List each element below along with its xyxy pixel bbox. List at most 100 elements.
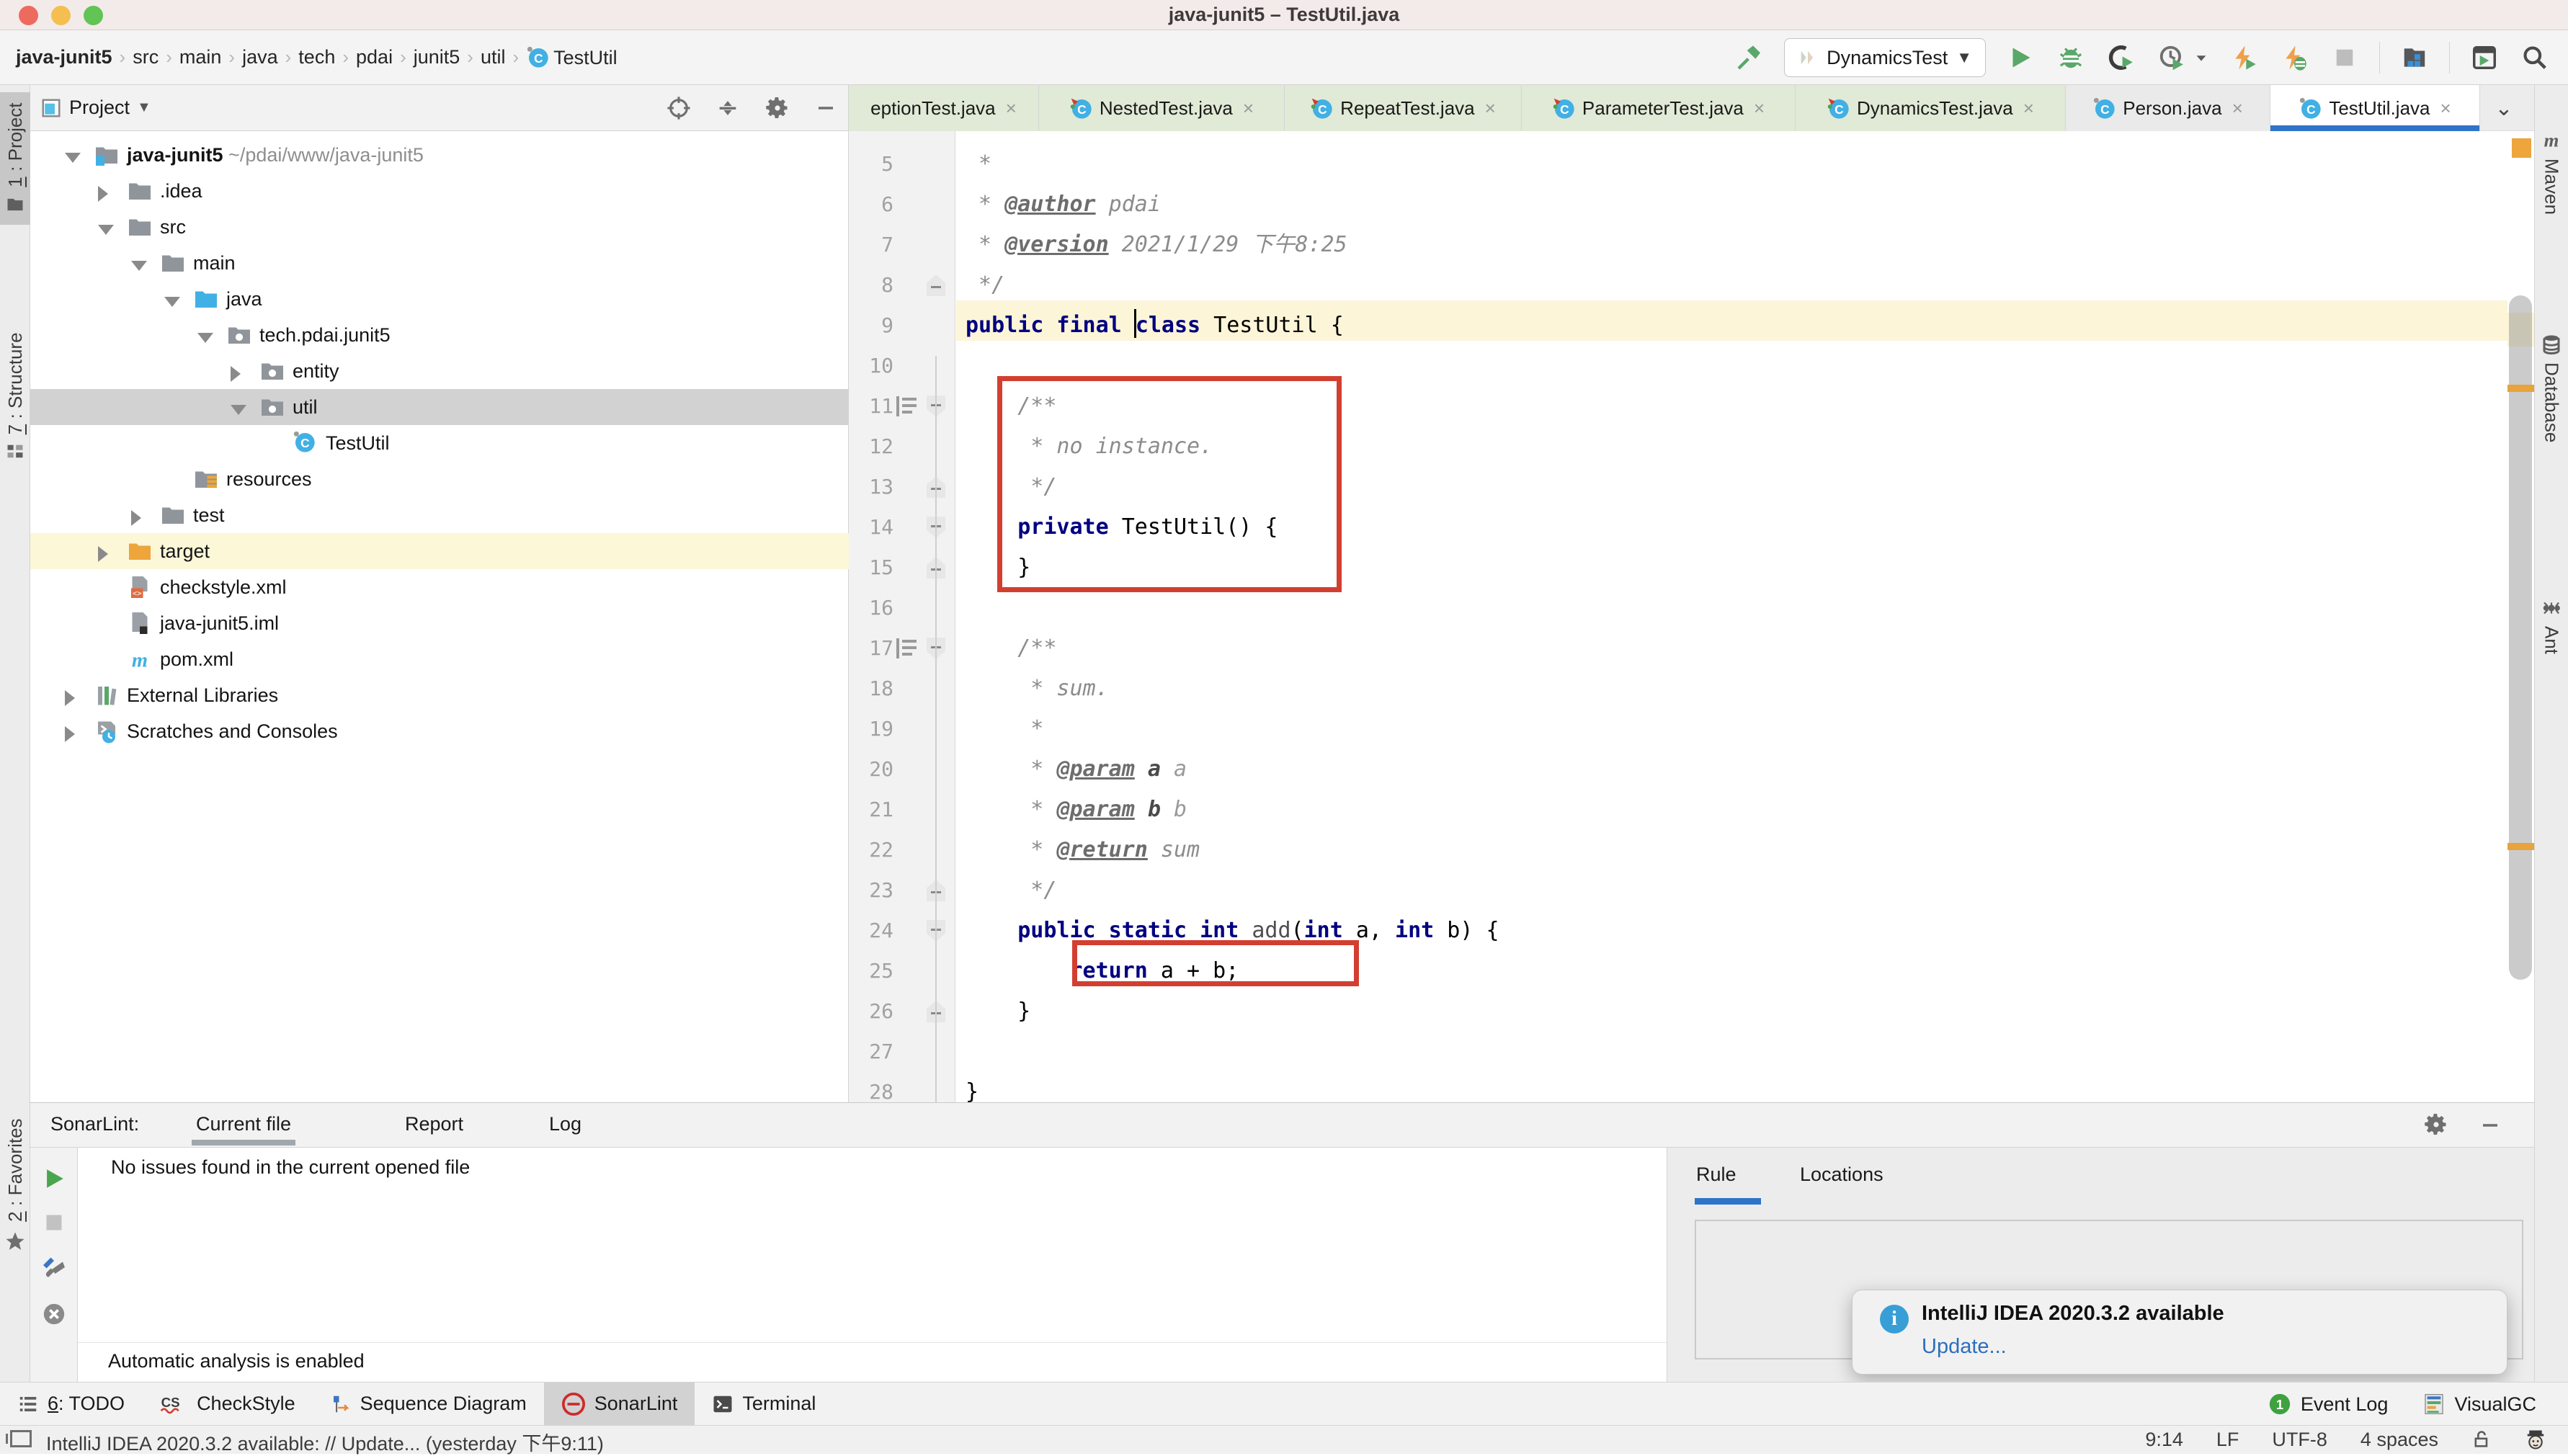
run-configuration-select[interactable]: DynamicsTest ▼	[1784, 38, 1986, 77]
tab-rule[interactable]: Rule	[1696, 1164, 1736, 1186]
code-line-20[interactable]: 20 * @param a a	[849, 749, 2534, 790]
run-icon[interactable]	[2005, 42, 2036, 73]
tree-item-checkstyle-xml[interactable]: <>checkstyle.xml	[30, 569, 849, 605]
line-number[interactable]: 6	[849, 184, 893, 225]
sonarlint-tab-log[interactable]: Log	[549, 1113, 581, 1135]
hide-icon[interactable]	[2479, 1115, 2501, 1136]
expanded-arrow-icon[interactable]	[65, 153, 81, 163]
collapsed-arrow-icon[interactable]	[231, 366, 241, 382]
indent-setting[interactable]: 4 spaces	[2360, 1429, 2438, 1451]
line-number[interactable]: 22	[849, 830, 893, 870]
breadcrumb-item-java[interactable]: java	[238, 46, 282, 68]
tab-nestedtest-java[interactable]: CNestedTest.java×	[1039, 85, 1285, 131]
line-number[interactable]: 27	[849, 1032, 893, 1072]
code-line-21[interactable]: 21 * @param b b	[849, 790, 2534, 830]
line-number[interactable]: 26	[849, 991, 893, 1032]
sonarlint-tab-report[interactable]: Report	[405, 1113, 463, 1135]
status-message[interactable]: IntelliJ IDEA 2020.3.2 available: // Upd…	[46, 1428, 604, 1456]
code-line-9[interactable]: 9public final class TestUtil {	[849, 305, 2534, 346]
tab-eptiontest-java[interactable]: eptionTest.java×	[849, 85, 1039, 131]
project-structure-icon[interactable]	[2399, 42, 2430, 73]
tab-person-java[interactable]: CPerson.java×	[2066, 85, 2270, 131]
line-number[interactable]: 13	[849, 467, 893, 507]
tree-item-java-junit5[interactable]: java-junit5 ~/pdai/www/java-junit5	[30, 137, 849, 173]
collapsed-arrow-icon[interactable]	[98, 186, 108, 202]
line-number[interactable]: 10	[849, 346, 893, 386]
zoom-window-button[interactable]	[84, 6, 103, 25]
tree-item-scratches-and-consoles[interactable]: Scratches and Consoles	[30, 713, 849, 749]
rerun-lightning-icon[interactable]	[2228, 42, 2260, 73]
code-line-18[interactable]: 18 * sum.	[849, 669, 2534, 709]
line-number[interactable]: 17	[849, 628, 893, 669]
code-line-23[interactable]: 23 */	[849, 870, 2534, 911]
line-number[interactable]: 8	[849, 265, 893, 305]
breadcrumb-item-main[interactable]: main	[175, 46, 226, 68]
collapsed-arrow-icon[interactable]	[65, 726, 75, 742]
tab-parametertest-java[interactable]: CParameterTest.java×	[1522, 85, 1796, 131]
expanded-arrow-icon[interactable]	[131, 261, 147, 271]
line-number[interactable]: 5	[849, 144, 893, 184]
toggle-toolwindows-icon[interactable]	[10, 1430, 32, 1447]
breadcrumb-item-testutil[interactable]: CTestUtil	[522, 45, 622, 69]
tool-button-terminal[interactable]: Terminal	[695, 1383, 833, 1426]
code-line-6[interactable]: 6 * @author pdai	[849, 184, 2534, 225]
stripe-item-database[interactable]: Database	[2535, 334, 2568, 442]
javadoc-list-icon[interactable]	[896, 638, 918, 658]
update-notification[interactable]: i IntelliJ IDEA 2020.3.2 available Updat…	[1852, 1290, 2507, 1375]
javadoc-list-icon[interactable]	[896, 396, 918, 416]
update-link[interactable]: Update...	[1922, 1335, 2007, 1359]
close-icon[interactable]: ×	[2232, 97, 2243, 120]
scrollbar-thumb[interactable]	[2509, 295, 2532, 980]
tree-item--idea[interactable]: .idea	[30, 173, 849, 209]
code-line-8[interactable]: 8 */	[849, 265, 2534, 305]
caret-position[interactable]: 9:14	[2145, 1429, 2183, 1451]
tree-item-src[interactable]: src	[30, 209, 849, 245]
profiler-icon[interactable]	[2156, 42, 2188, 73]
code-line-27[interactable]: 27	[849, 1032, 2534, 1072]
code-line-22[interactable]: 22 * @return sum	[849, 830, 2534, 870]
hide-icon[interactable]	[815, 97, 837, 119]
gear-icon[interactable]	[764, 95, 790, 121]
line-number[interactable]: 24	[849, 911, 893, 951]
fold-end-icon[interactable]	[927, 274, 945, 296]
analyze-play-icon[interactable]	[42, 1166, 66, 1191]
inspection-indicator-icon[interactable]	[2512, 138, 2531, 158]
tool-button-visualgc[interactable]: VisualGC	[2405, 1383, 2554, 1426]
line-number[interactable]: 15	[849, 548, 893, 588]
breadcrumb-item-junit5[interactable]: junit5	[409, 46, 465, 68]
line-number[interactable]: 16	[849, 588, 893, 628]
line-separator[interactable]: LF	[2216, 1429, 2239, 1451]
tree-item-target[interactable]: target	[30, 533, 849, 569]
line-number[interactable]: 20	[849, 749, 893, 790]
tree-item-tech-pdai-junit5[interactable]: tech.pdai.junit5	[30, 317, 849, 353]
code-line-5[interactable]: 5 *	[849, 144, 2534, 184]
code-line-17[interactable]: 17 /**	[849, 628, 2534, 669]
tree-item-entity[interactable]: entity	[30, 353, 849, 389]
debug-lightning-icon[interactable]	[2278, 42, 2310, 73]
close-icon[interactable]: ×	[2440, 97, 2451, 120]
configure-tools-icon[interactable]	[41, 1254, 67, 1280]
tab-testutil-java[interactable]: CTestUtil.java×	[2270, 85, 2480, 131]
close-icon[interactable]: ×	[1006, 97, 1017, 120]
minimize-window-button[interactable]	[51, 6, 71, 25]
close-icon[interactable]: ×	[1243, 97, 1254, 120]
coverage-icon[interactable]	[2105, 42, 2137, 73]
tree-item-java-junit5-iml[interactable]: java-junit5.iml	[30, 605, 849, 641]
expanded-arrow-icon[interactable]	[231, 405, 246, 415]
breadcrumb-item-tech[interactable]: tech	[294, 46, 339, 68]
line-number[interactable]: 25	[849, 951, 893, 991]
close-icon[interactable]: ×	[2023, 97, 2034, 120]
gear-icon[interactable]	[2423, 1112, 2449, 1138]
tree-item-util[interactable]: util	[30, 389, 849, 425]
collapsed-arrow-icon[interactable]	[131, 510, 141, 526]
tool-button-event-log[interactable]: 1Event Log	[2250, 1383, 2406, 1426]
collapsed-arrow-icon[interactable]	[65, 690, 75, 706]
breadcrumb-item-src[interactable]: src	[128, 46, 163, 68]
close-icon[interactable]: ×	[1754, 97, 1765, 120]
stripe-item-structure[interactable]: 7: Structure	[0, 322, 30, 472]
profiler-dropdown-icon[interactable]	[2193, 50, 2209, 66]
line-number[interactable]: 7	[849, 225, 893, 265]
locate-icon[interactable]	[666, 96, 691, 120]
clear-close-icon[interactable]	[42, 1302, 66, 1326]
tool-button-todo[interactable]: 6: TODO	[0, 1383, 142, 1426]
